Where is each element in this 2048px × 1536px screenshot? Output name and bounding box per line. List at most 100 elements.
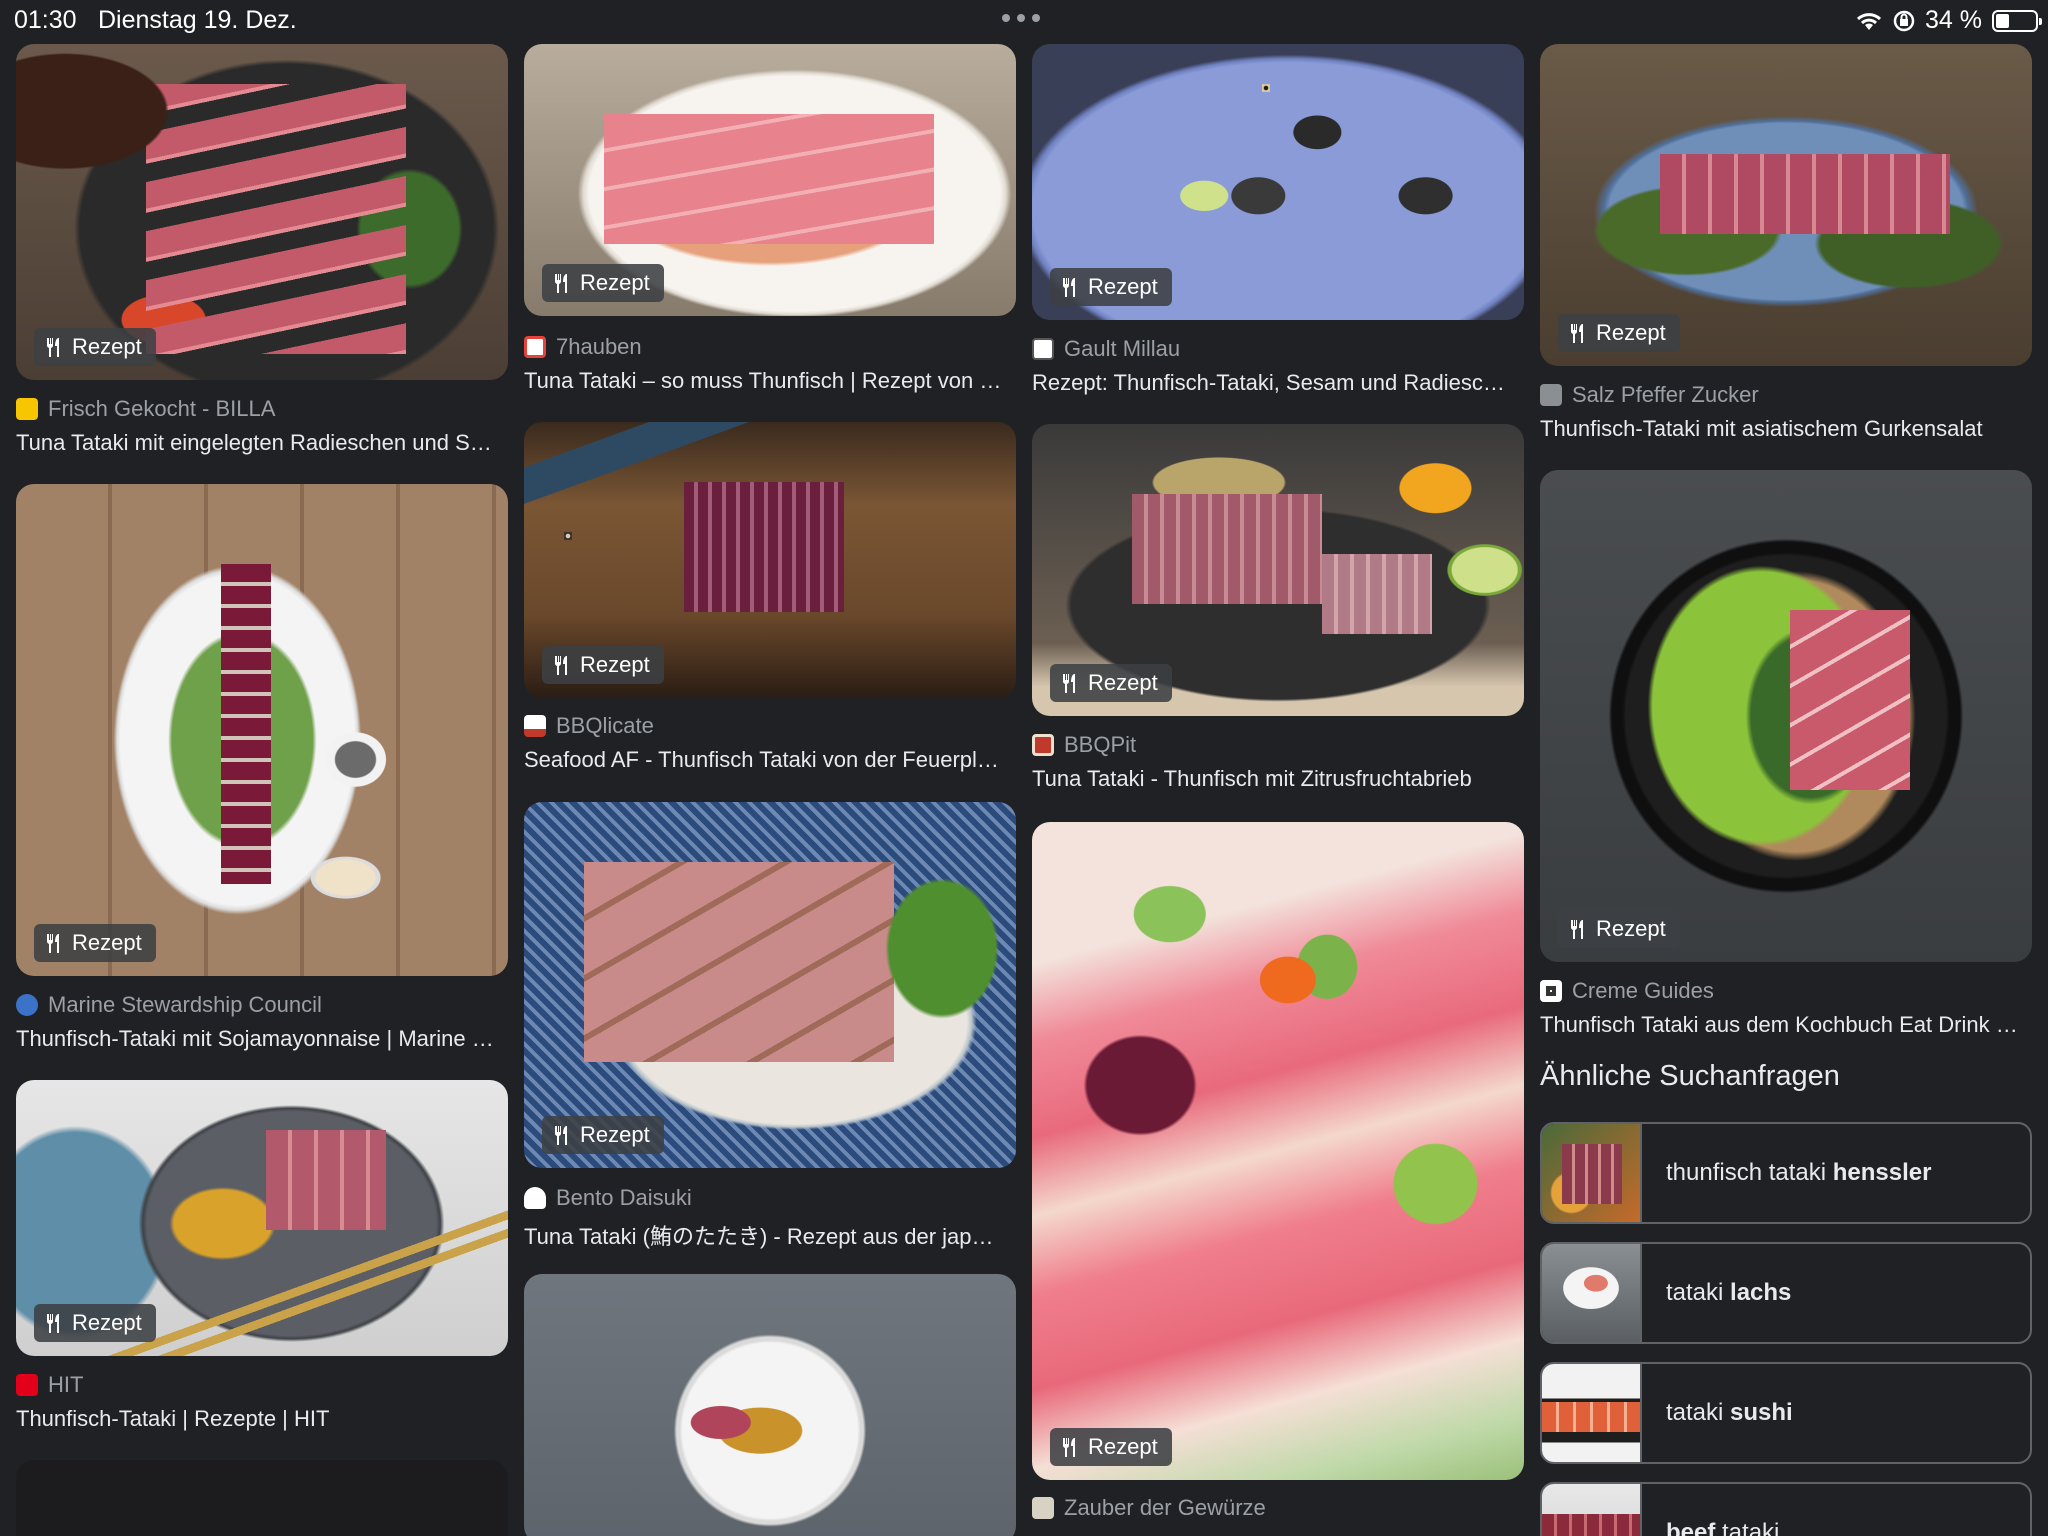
related-search-thumbnail: [1542, 1124, 1642, 1222]
fork-knife-icon: [554, 656, 567, 675]
result-image[interactable]: Rezept: [16, 44, 508, 380]
related-search-chip[interactable]: beef tataki: [1540, 1482, 2032, 1536]
fork-knife-icon: [46, 338, 59, 357]
result-title[interactable]: Rezept: Thunfisch-Tataki, Sesam und Radi…: [1032, 370, 1510, 396]
result-source[interactable]: Gault Millau: [1032, 336, 1524, 362]
recipe-badge: Rezept: [34, 924, 156, 962]
favicon-icon: [16, 994, 38, 1016]
result-image[interactable]: Rezept: [1540, 470, 2032, 962]
result-source[interactable]: Frisch Gekocht - BILLA: [16, 396, 508, 422]
recipe-badge: Rezept: [1050, 664, 1172, 702]
result-title[interactable]: Thunfisch-Tataki | Rezepte | HIT: [16, 1406, 494, 1432]
recipe-badge-label: Rezept: [1088, 670, 1158, 695]
result-title[interactable]: Thunfisch-Tataki mit asiatischem Gurkens…: [1540, 416, 2018, 442]
result-image[interactable]: Rezept: [16, 484, 508, 976]
result-image[interactable]: Rezept: [1032, 822, 1524, 1480]
recipe-badge: Rezept: [1558, 314, 1680, 352]
source-name: HIT: [48, 1372, 84, 1397]
favicon-icon: [1032, 338, 1054, 360]
result-source[interactable]: BBQlicate: [524, 713, 1016, 739]
result-title[interactable]: Tuna Tataki mit eingelegten Radieschen u…: [16, 430, 494, 456]
source-name: Frisch Gekocht - BILLA: [48, 396, 276, 421]
recipe-badge-label: Rezept: [580, 270, 650, 295]
result-image[interactable]: Rezept: [524, 422, 1016, 698]
result-title[interactable]: Tuna Tataki – so muss Thunfisch | Rezept…: [524, 368, 1002, 394]
result-image[interactable]: [524, 1274, 1016, 1536]
source-name: BBQlicate: [556, 713, 654, 738]
status-bar: 01:30 Dienstag 19. Dez. 34 %: [0, 0, 2048, 40]
recipe-badge-label: Rezept: [72, 1310, 142, 1335]
favicon-icon: [1032, 1497, 1054, 1519]
result-title[interactable]: Thunfisch Tataki aus dem Kochbuch Eat Dr…: [1540, 1012, 2018, 1038]
result-source[interactable]: Salz Pfeffer Zucker: [1540, 382, 2032, 408]
favicon-icon: [1540, 384, 1562, 406]
multitasking-dots-icon[interactable]: [1002, 14, 1040, 22]
battery-icon: [1992, 9, 2042, 32]
recipe-badge: Rezept: [1558, 910, 1680, 948]
recipe-badge: Rezept: [1050, 1428, 1172, 1466]
related-search-thumbnail: [1542, 1244, 1642, 1342]
result-image[interactable]: [16, 1460, 508, 1536]
recipe-badge-label: Rezept: [1088, 274, 1158, 299]
result-source[interactable]: Creme Guides: [1540, 978, 2032, 1004]
battery-percentage: 34 %: [1925, 6, 1982, 34]
source-name: Marine Stewardship Council: [48, 992, 322, 1017]
result-title[interactable]: Tuna Tataki (鮪のたたき) - Rezept aus der jap…: [524, 1219, 1002, 1251]
fork-knife-icon: [1570, 920, 1583, 939]
related-search-chip[interactable]: thunfisch tataki henssler: [1540, 1122, 2032, 1224]
recipe-badge: Rezept: [542, 1116, 664, 1154]
recipe-badge-label: Rezept: [72, 930, 142, 955]
fork-knife-icon: [554, 274, 567, 293]
result-source[interactable]: Marine Stewardship Council: [16, 992, 508, 1018]
related-search-text: tataki lachs: [1666, 1279, 1792, 1306]
result-source[interactable]: 7hauben: [524, 334, 1016, 360]
source-name: 7hauben: [556, 334, 642, 359]
result-title[interactable]: Seafood AF - Thunfisch Tataki von der Fe…: [524, 747, 1002, 773]
related-search-text: thunfisch tataki henssler: [1666, 1159, 1932, 1186]
related-search-thumbnail: [1542, 1364, 1642, 1462]
fork-knife-icon: [1570, 324, 1583, 343]
related-search-thumbnail: [1542, 1484, 1642, 1536]
favicon-icon: [16, 398, 38, 420]
related-search-text: tataki sushi: [1666, 1399, 1793, 1426]
result-image[interactable]: Rezept: [1540, 44, 2032, 366]
result-source[interactable]: Bento Daisuki: [524, 1185, 1016, 1211]
fork-knife-icon: [1062, 278, 1075, 297]
favicon-icon: [524, 715, 546, 737]
status-date: Dienstag 19. Dez.: [98, 6, 297, 34]
wifi-icon: [1856, 12, 1882, 30]
recipe-badge-label: Rezept: [1596, 916, 1666, 941]
fork-knife-icon: [1062, 674, 1075, 693]
recipe-badge-label: Rezept: [1088, 1434, 1158, 1459]
fork-knife-icon: [1062, 1438, 1075, 1457]
source-name: Creme Guides: [1572, 978, 1714, 1003]
result-image[interactable]: Rezept: [1032, 424, 1524, 716]
recipe-badge-label: Rezept: [72, 334, 142, 359]
favicon-icon: [524, 336, 546, 358]
result-source[interactable]: HIT: [16, 1372, 508, 1398]
fork-knife-icon: [46, 1314, 59, 1333]
recipe-badge-label: Rezept: [580, 652, 650, 677]
recipe-badge: Rezept: [542, 646, 664, 684]
result-title[interactable]: Thunfisch-Tataki mit Sojamayonnaise | Ma…: [16, 1026, 494, 1052]
related-search-chip[interactable]: tataki lachs: [1540, 1242, 2032, 1344]
result-image[interactable]: Rezept: [524, 802, 1016, 1168]
related-search-chip[interactable]: tataki sushi: [1540, 1362, 2032, 1464]
status-time: 01:30: [14, 6, 77, 34]
orientation-lock-icon: [1893, 10, 1915, 31]
result-image[interactable]: Rezept: [16, 1080, 508, 1356]
result-image[interactable]: Rezept: [524, 44, 1016, 316]
result-source[interactable]: BBQPit: [1032, 732, 1524, 758]
recipe-badge-label: Rezept: [1596, 320, 1666, 345]
related-searches-heading: Ähnliche Suchanfragen: [1540, 1060, 1840, 1092]
related-search-text: beef tataki: [1666, 1519, 1780, 1536]
recipe-badge-label: Rezept: [580, 1122, 650, 1147]
result-source[interactable]: Zauber der Gewürze: [1032, 1495, 1524, 1521]
result-image[interactable]: Rezept: [1032, 44, 1524, 320]
source-name: Gault Millau: [1064, 336, 1181, 361]
result-title[interactable]: Tuna Tataki - Thunfisch mit Zitrusfrucht…: [1032, 766, 1510, 792]
favicon-icon: [1032, 734, 1054, 756]
favicon-icon: [524, 1187, 546, 1209]
recipe-badge: Rezept: [34, 1304, 156, 1342]
source-name: BBQPit: [1064, 732, 1137, 757]
